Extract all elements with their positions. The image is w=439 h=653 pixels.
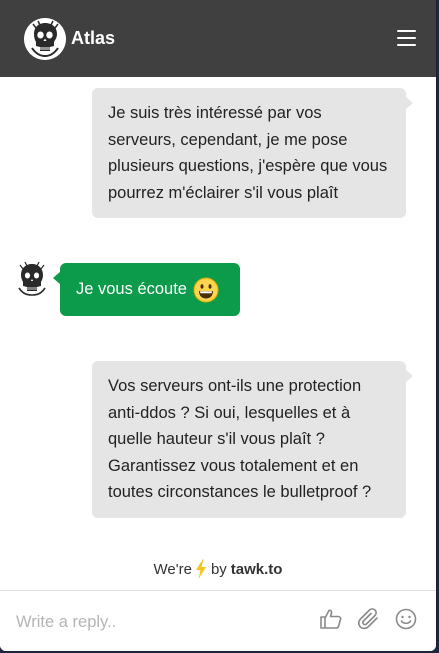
chat-widget: Atlas Je suis très intéressé par vos ser… [0, 0, 436, 651]
agent-avatar-icon [16, 261, 48, 296]
visitor-message: Je suis très intéressé par vos serveurs,… [92, 88, 413, 218]
skull-avatar-icon [24, 17, 66, 60]
reply-input[interactable] [16, 609, 296, 635]
thumbs-up-icon[interactable] [319, 607, 343, 636]
smiley-icon[interactable] [394, 607, 418, 636]
paperclip-icon[interactable] [357, 607, 381, 636]
powered-by[interactable]: We're by tawk.to [0, 559, 436, 579]
chat-header: Atlas [0, 0, 436, 77]
message-composer [0, 590, 436, 651]
powered-middle: by [210, 560, 227, 578]
lightning-bolt-icon [195, 559, 207, 579]
powered-prefix: We're [153, 560, 192, 578]
agent-message-text: Je vous écoute [76, 280, 187, 299]
visitor-message: Vos serveurs ont-ils une protection anti… [92, 361, 413, 518]
grinning-face-icon [193, 277, 219, 303]
hamburger-menu-icon[interactable] [397, 30, 416, 46]
agent-message: Je vous écoute [53, 263, 240, 316]
agent-name: Atlas [71, 28, 116, 48]
tawk-brand[interactable]: tawk.to [231, 561, 283, 578]
